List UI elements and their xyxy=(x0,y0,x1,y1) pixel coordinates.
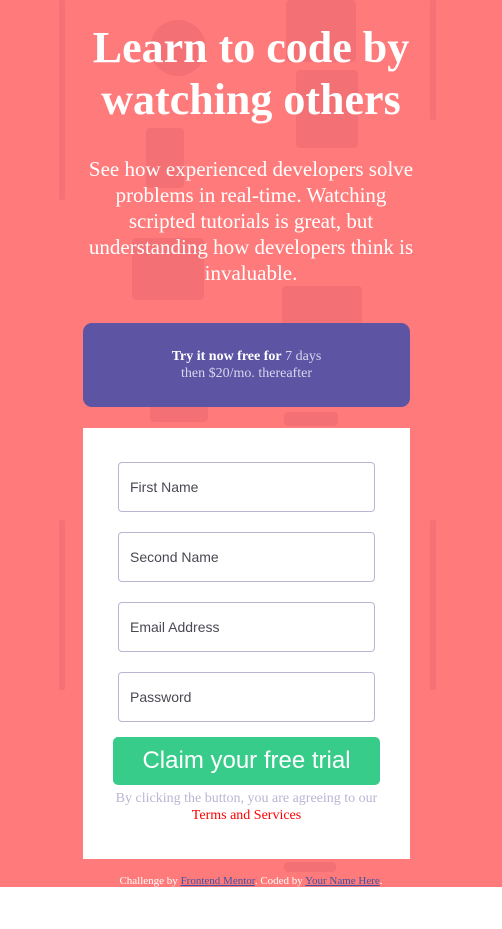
attribution: Challenge by Frontend Mentor. Coded by Y… xyxy=(0,875,502,887)
terms-prefix: By clicking the button, you are agreeing… xyxy=(115,791,378,806)
offer-line: Try it now free for 7 days xyxy=(83,348,410,365)
challenge-prefix: Challenge by xyxy=(119,875,178,887)
background-decoration xyxy=(59,520,65,690)
offer-days-text: 7 days xyxy=(285,349,322,364)
password-input[interactable] xyxy=(118,672,375,722)
claim-trial-button[interactable]: Claim your free trial xyxy=(113,737,380,785)
background-decoration xyxy=(284,412,338,426)
attribution-suffix: . xyxy=(379,875,383,887)
background-decoration xyxy=(430,520,436,690)
frontend-mentor-link[interactable]: Frontend Mentor xyxy=(181,875,255,887)
second-name-input[interactable] xyxy=(118,532,375,582)
signup-form: Claim your free trial By clicking the bu… xyxy=(83,428,410,859)
first-name-input[interactable] xyxy=(118,462,375,512)
author-link[interactable]: Your Name Here xyxy=(305,875,380,887)
intro-text: See how experienced developers solve pro… xyxy=(88,157,414,285)
background-decoration xyxy=(284,862,336,872)
terms-notice: By clicking the button, you are agreeing… xyxy=(108,790,385,824)
page-title: Learn to code by watching others xyxy=(92,23,410,124)
hero-section: Learn to code by watching others See how… xyxy=(0,0,502,887)
offer-price-text: then $20/mo. thereafter xyxy=(180,366,312,381)
terms-link[interactable]: Terms and Services xyxy=(192,808,301,823)
offer-bold-text: Try it now free for xyxy=(171,349,282,364)
trial-offer-banner: Try it now free for 7 days then $20/mo. … xyxy=(83,323,410,407)
email-input[interactable] xyxy=(118,602,375,652)
coded-prefix: . Coded by xyxy=(254,875,303,887)
